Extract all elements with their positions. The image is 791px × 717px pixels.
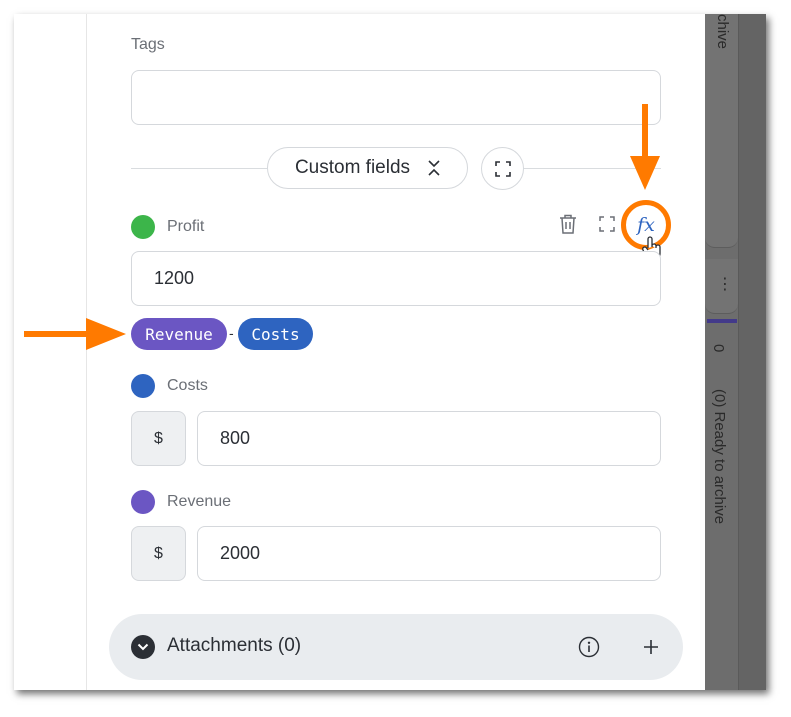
add-attachment-button[interactable] — [640, 636, 662, 658]
column-count: 0 — [710, 344, 727, 353]
revenue-label: Revenue — [167, 493, 232, 510]
annotation-arrow-down-icon — [630, 104, 660, 190]
more-options-icon[interactable]: ⋮ — [717, 274, 733, 294]
archive-column-text-top: chive — [714, 14, 731, 50]
trash-icon — [560, 214, 576, 234]
plus-icon — [644, 640, 658, 654]
column-title-ready-to-archive[interactable]: (0) Ready to archive — [711, 389, 728, 524]
expand-field-button[interactable] — [597, 214, 617, 234]
info-icon — [578, 636, 600, 658]
attachments-section[interactable]: Attachments (0) — [109, 614, 683, 680]
divider-left — [131, 168, 267, 169]
profit-color-dot — [131, 215, 155, 239]
revenue-color-dot — [131, 490, 155, 514]
attachments-info-button[interactable] — [578, 636, 600, 658]
fullscreen-icon — [494, 160, 511, 177]
profit-value-input[interactable]: 1200 — [131, 251, 661, 306]
custom-fields-toggle[interactable]: Custom fields — [267, 147, 468, 189]
left-gutter — [14, 14, 87, 690]
formula-tag-revenue[interactable]: Revenue — [131, 318, 227, 350]
formula-tag-costs[interactable]: Costs — [238, 318, 313, 350]
attachments-label: Attachments (0) — [167, 635, 302, 656]
collapse-chevrons-icon — [428, 160, 440, 176]
costs-currency-prefix: $ — [131, 411, 186, 466]
annotation-arrow-right-icon — [24, 318, 126, 350]
card-stub-top[interactable] — [705, 14, 738, 248]
board-column-strip: chive ⋮ 0 (0) Ready to archive — [705, 14, 739, 690]
revenue-value-input[interactable]: 2000 — [197, 526, 661, 581]
delete-field-button[interactable] — [557, 213, 579, 235]
board-overlay: chive ⋮ 0 (0) Ready to archive — [705, 14, 766, 690]
costs-label: Costs — [167, 377, 208, 394]
custom-fields-fullscreen-button[interactable] — [481, 147, 524, 190]
chevron-down-icon[interactable] — [131, 635, 155, 659]
tags-input[interactable] — [131, 70, 661, 125]
formula-operator: - — [229, 325, 234, 341]
tags-label: Tags — [131, 36, 165, 53]
column-accent-line — [707, 319, 737, 323]
custom-fields-label: Custom fields — [294, 157, 411, 178]
revenue-currency-prefix: $ — [131, 526, 186, 581]
profit-label: Profit — [167, 218, 205, 235]
costs-color-dot — [131, 374, 155, 398]
fullscreen-icon — [599, 216, 615, 232]
costs-value-input[interactable]: 800 — [197, 411, 661, 466]
